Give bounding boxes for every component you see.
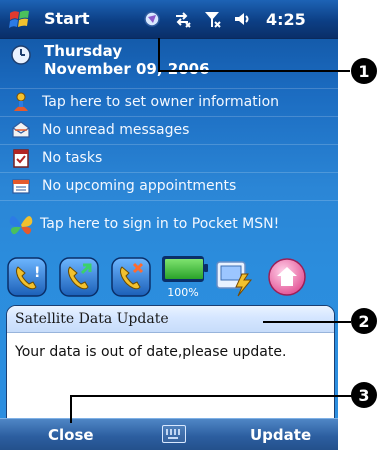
svg-text:!: ! (34, 265, 40, 281)
msn-butterfly-icon (9, 216, 33, 235)
start-menu-label[interactable]: Start (44, 9, 90, 28)
sync-icon[interactable] (142, 9, 162, 29)
quick-launch-bar: ! 100% (6, 254, 336, 300)
signal-icon[interactable] (202, 9, 222, 29)
callout-leader-1 (158, 38, 160, 72)
clock-icon (11, 45, 31, 65)
phone-call-icon[interactable]: ! (6, 256, 48, 298)
callout-line-1 (160, 70, 350, 72)
dialog-message: Your data is out of date,please update. (15, 344, 287, 360)
appointments-text: No upcoming appointments (42, 178, 237, 194)
callout-badge-3: 3 (351, 382, 377, 408)
date-section[interactable]: Thursday November 09, 2006 (0, 38, 338, 88)
battery-percent-label: 100% (167, 286, 199, 299)
home-icon[interactable] (266, 256, 308, 298)
battery-indicator[interactable]: 100% (162, 255, 208, 299)
update-button[interactable]: Update (250, 426, 311, 444)
divider (0, 200, 338, 201)
callout-line-3 (72, 395, 352, 397)
pocket-msn-row[interactable]: Tap here to sign in to Pocket MSN! (0, 204, 338, 244)
messages-text: No unread messages (42, 122, 190, 138)
pocket-msn-text: Tap here to sign in to Pocket MSN! (40, 216, 280, 232)
inbox-icon (12, 121, 30, 138)
callout-line-2 (263, 321, 351, 323)
tasks-icon (13, 149, 29, 168)
battery-fill (165, 259, 203, 279)
connectivity-icon[interactable] (172, 9, 192, 29)
clock-time[interactable]: 4:25 (266, 10, 306, 29)
owner-icon (14, 92, 28, 111)
calendar-icon (12, 179, 30, 194)
title-bar: Start 4:25 (0, 0, 338, 39)
battery-icon (162, 256, 208, 282)
weekday-label: Thursday (44, 42, 123, 60)
tasks-text: No tasks (42, 150, 103, 166)
status-icons: 4:25 (142, 5, 306, 33)
update-icon[interactable] (214, 256, 256, 298)
callout-badge-2: 2 (351, 308, 377, 334)
tasks-row[interactable]: No tasks (0, 144, 338, 172)
callout-leader-3 (70, 395, 72, 423)
phone-hangup-icon[interactable] (110, 256, 152, 298)
dialog-title: Satellite Data Update (7, 306, 334, 333)
date-label: November 09, 2006 (44, 60, 210, 78)
softkey-bar: Close Update (0, 418, 338, 450)
pocket-pc-screen: Start 4:25 Thursday November 09, 2006 Ta… (0, 0, 338, 450)
battery-nub (204, 264, 208, 272)
volume-icon[interactable] (232, 9, 252, 29)
windows-start-icon[interactable] (8, 7, 34, 31)
phone-answer-icon[interactable] (58, 256, 100, 298)
close-button[interactable]: Close (48, 426, 94, 444)
messages-row[interactable]: No unread messages (0, 116, 338, 144)
owner-info-text: Tap here to set owner information (42, 94, 280, 110)
keyboard-icon[interactable] (162, 425, 186, 443)
appointments-row[interactable]: No upcoming appointments (0, 172, 338, 200)
owner-info-row[interactable]: Tap here to set owner information (0, 88, 338, 116)
callout-badge-1: 1 (351, 58, 377, 84)
